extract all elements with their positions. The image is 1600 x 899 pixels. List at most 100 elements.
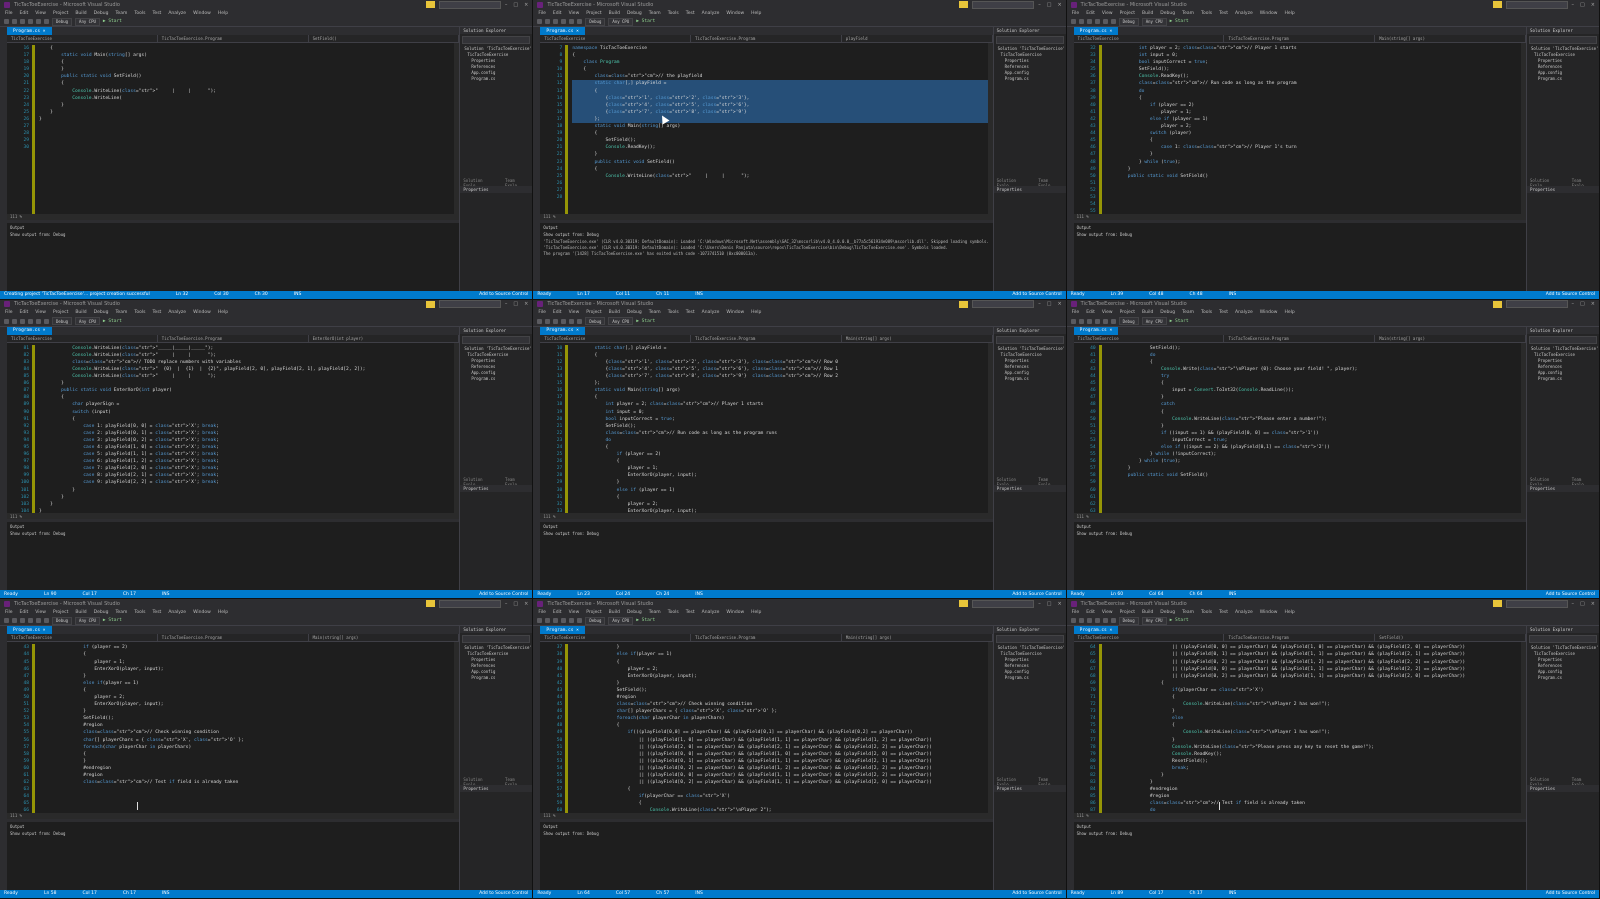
code-line[interactable]: player = 1; [572, 465, 987, 472]
menu-item[interactable]: Build [75, 11, 86, 16]
save-icon[interactable] [1086, 318, 1092, 324]
code-line[interactable]: char[] playerChars = { class="str">'X', … [39, 737, 454, 744]
code-line[interactable]: SetField(); [1106, 345, 1521, 352]
platform-dropdown[interactable]: Any CPU [75, 616, 100, 625]
menu-item[interactable]: Project [1120, 610, 1135, 615]
vertical-scrollbar[interactable] [1520, 642, 1526, 813]
code-line[interactable]: EnterXorO(player, input); [572, 673, 987, 680]
redo-icon[interactable] [1110, 318, 1116, 324]
save-icon[interactable] [553, 618, 559, 624]
maximize-icon[interactable]: □ [1047, 2, 1052, 8]
menu-item[interactable]: Tools [1201, 11, 1212, 16]
save-all-icon[interactable] [561, 618, 567, 624]
member-dropdown[interactable]: SetField() [1375, 634, 1526, 642]
undo-icon[interactable] [1102, 19, 1108, 24]
code-line[interactable]: { [572, 786, 987, 793]
code-line[interactable]: || ((playField[2, 0] == playerChar) && (… [572, 744, 987, 751]
solution-tree-item[interactable]: Solution 'TicTacToeExercise' (1 project) [1531, 346, 1599, 352]
menu-item[interactable]: View [35, 11, 46, 16]
platform-dropdown[interactable]: Any CPU [608, 17, 634, 26]
code-line[interactable]: class=class="str">"cm">// Test if field … [1106, 800, 1521, 807]
code-line[interactable]: { [39, 80, 454, 87]
menu-item[interactable]: Project [53, 310, 68, 315]
minimize-icon[interactable]: – [1038, 601, 1041, 607]
code-line[interactable]: case 3: playField[0, 2] = class="str">'X… [39, 437, 454, 444]
redo-icon[interactable] [577, 318, 583, 324]
solution-explorer-search[interactable] [995, 36, 1064, 44]
code-line[interactable]: class=class="str">"cm">// Check winning … [572, 701, 987, 708]
code-line[interactable]: case 2: playField[0, 1] = class="str">'X… [39, 430, 454, 437]
code-line[interactable]: { [1106, 722, 1521, 729]
code-line[interactable]: } [39, 708, 454, 715]
code-editor[interactable]: 16 17 18 19 20 21 22 23 24 25 26 27 28 29 30 { static … [7, 43, 460, 214]
code-line[interactable]: { [1106, 680, 1521, 687]
menu-item[interactable]: Window [193, 310, 211, 315]
forward-icon[interactable] [1078, 618, 1084, 624]
code-line[interactable]: } [1106, 772, 1521, 779]
code-line[interactable]: {class="str">'1', class="str">'2', class… [572, 359, 987, 366]
menu-item[interactable]: File [538, 11, 546, 16]
code-line[interactable]: EnterXorO(player, input); [572, 472, 987, 479]
configuration-dropdown[interactable]: Debug [1118, 616, 1139, 625]
forward-icon[interactable] [545, 19, 551, 24]
quick-launch-input[interactable] [438, 300, 501, 309]
save-all-icon[interactable] [28, 618, 33, 624]
minimize-icon[interactable]: – [505, 301, 508, 307]
solution-tree[interactable]: Solution 'TicTacToeExercise' (1 project)… [460, 46, 532, 82]
code-line[interactable]: EnterXorO(player, input); [39, 701, 454, 708]
menu-item[interactable]: Tools [1201, 310, 1212, 315]
code-line[interactable]: { [572, 352, 987, 359]
code-text[interactable]: || ((playField[0, 0] == playerChar) && (… [1102, 642, 1521, 813]
quick-launch-input[interactable] [1505, 0, 1568, 9]
menu-item[interactable]: Edit [20, 11, 29, 16]
menu-item[interactable]: Debug [627, 11, 642, 16]
menu-item[interactable]: Project [586, 610, 601, 615]
project-dropdown[interactable]: TicTacToeExercise [540, 634, 692, 642]
close-icon[interactable]: × [524, 2, 528, 8]
tab-program-cs[interactable]: Program.cs × [1073, 326, 1119, 335]
code-editor[interactable]: 37 38 39 40 41 42 43 44 45 46 47 48 49 50 51 52 53 54 55 56… [540, 642, 993, 813]
output-source-dropdown[interactable]: Debug [53, 531, 65, 536]
platform-dropdown[interactable]: Any CPU [1141, 616, 1167, 625]
start-button[interactable]: ▶ Start [103, 19, 122, 24]
code-line[interactable]: public static void SetField() [1106, 173, 1521, 180]
code-line[interactable]: } [39, 109, 454, 116]
forward-icon[interactable] [1078, 19, 1084, 24]
menu-item[interactable]: Edit [1086, 610, 1095, 615]
menu-item[interactable]: Debug [1160, 11, 1175, 16]
menu-item[interactable]: Team [115, 310, 127, 315]
menu-item[interactable]: Team [1182, 310, 1194, 315]
solution-tree-item[interactable]: Solution 'TicTacToeExercise' (1 project) [998, 346, 1066, 352]
code-text[interactable]: int player = 2; class=class="str">"cm">/… [1102, 43, 1521, 214]
menu-item[interactable]: Edit [20, 610, 29, 615]
menu-item[interactable]: Edit [553, 310, 562, 315]
code-line[interactable]: Console.WriteLine(class="str">"Please en… [1106, 416, 1521, 423]
menu-item[interactable]: Analyze [1235, 11, 1253, 16]
code-line[interactable]: { [39, 416, 454, 423]
menu-item[interactable]: Tools [668, 310, 679, 315]
redo-icon[interactable] [1110, 19, 1116, 24]
minimize-icon[interactable]: – [1038, 2, 1041, 8]
toolbox-strip[interactable] [1066, 626, 1074, 890]
menu-item[interactable]: Debug [94, 310, 109, 315]
code-line[interactable]: } [39, 487, 454, 494]
menu-item[interactable]: Tools [134, 310, 145, 315]
code-line[interactable]: char[] playerChars = { class="str">'X', … [572, 708, 987, 715]
maximize-icon[interactable]: □ [513, 2, 518, 8]
minimize-icon[interactable]: – [505, 601, 508, 607]
quick-launch-input[interactable] [972, 300, 1035, 309]
code-line[interactable]: case 1: class=class="str">"cm">// Player… [1106, 144, 1521, 151]
project-dropdown[interactable]: TicTacToeExercise [1074, 334, 1225, 342]
maximize-icon[interactable]: □ [1580, 2, 1585, 8]
menu-item[interactable]: Debug [1160, 610, 1175, 615]
member-dropdown[interactable]: Main(string[] args) [1375, 334, 1526, 342]
code-line[interactable]: } while (true); [1106, 159, 1521, 166]
code-line[interactable]: || ((playField[0, 2] == playerChar) && (… [572, 779, 987, 786]
menu-item[interactable]: Test [1219, 11, 1228, 16]
start-button[interactable]: ▶ Start [636, 319, 655, 324]
start-button[interactable]: ▶ Start [1170, 618, 1189, 623]
code-line[interactable]: SetField(); [572, 137, 987, 144]
toolbox-strip[interactable] [1066, 27, 1074, 291]
close-icon[interactable]: × [1591, 601, 1595, 607]
toolbox-strip[interactable] [533, 27, 541, 291]
